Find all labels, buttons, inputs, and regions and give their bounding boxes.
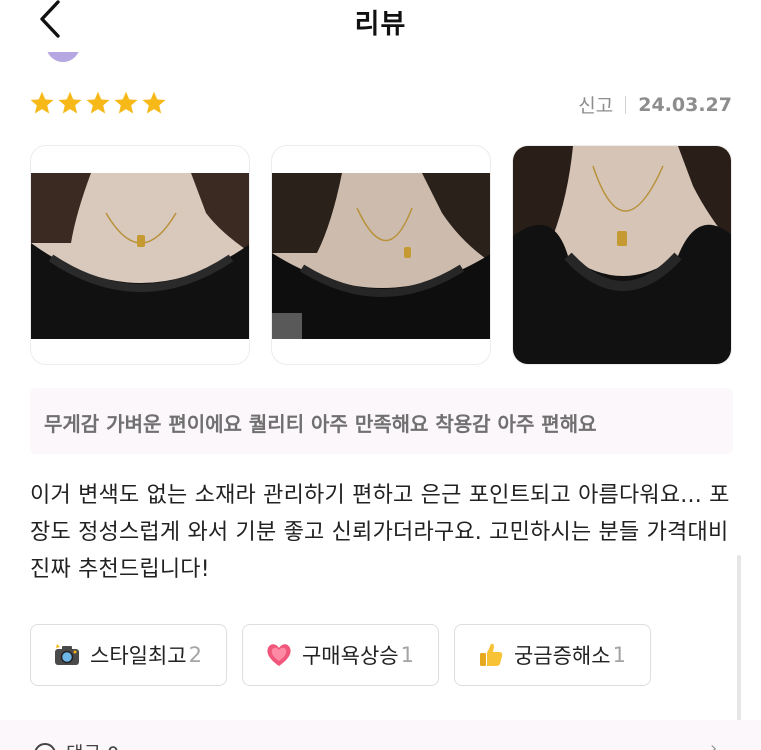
reaction-desire-button[interactable]: 구매욕상승 1: [241, 624, 439, 686]
reaction-style-button[interactable]: 스타일최고 2: [30, 624, 227, 686]
camera-icon: [55, 644, 79, 665]
star-rating: [29, 90, 167, 116]
keyword-summary: 무게감 가벼운 편이에요 퀄리티 아주 만족해요 착용감 아주 편해요: [30, 388, 733, 454]
review-photo[interactable]: [271, 145, 491, 365]
review-meta: 신고 24.03.27: [578, 91, 732, 118]
thumbs-up-icon: [479, 643, 503, 666]
photo-image: [31, 173, 249, 339]
heart-icon: [267, 644, 291, 666]
top-bar: 리뷰: [0, 0, 761, 40]
reaction-count: 2: [188, 643, 202, 667]
review-photo[interactable]: [30, 145, 250, 365]
review-body: 이거 변색도 없는 소재라 관리하기 편하고 은근 포인트되고 아름다워요...…: [30, 483, 730, 582]
review-photos: [30, 145, 732, 365]
report-link[interactable]: 신고: [578, 91, 613, 118]
divider: [625, 95, 627, 114]
page-title: 리뷰: [354, 9, 407, 40]
avatar: [46, 52, 80, 64]
photo-image: [513, 146, 731, 364]
keyword-text: 무게감 가벼운 편이에요 퀄리티 아주 만족해요 착용감 아주 편해요: [44, 412, 597, 436]
review-photo[interactable]: [512, 145, 732, 365]
reaction-label: 스타일최고: [90, 644, 187, 668]
star-icon: [58, 91, 82, 114]
chevron-right-icon: ›: [710, 738, 718, 750]
comment-icon: [34, 743, 56, 750]
reaction-count: 1: [612, 643, 626, 667]
reaction-curiosity-button[interactable]: 궁금증해소 1: [453, 624, 651, 686]
photo-image: [272, 173, 490, 339]
comment-count-label: 댓글 0: [66, 739, 119, 750]
reaction-label: 구매욕상승: [301, 644, 399, 668]
star-icon: [86, 91, 110, 114]
comment-bar[interactable]: 댓글 0 ›: [0, 720, 761, 750]
star-icon: [142, 91, 166, 114]
star-icon: [30, 91, 54, 114]
star-icon: [114, 91, 138, 114]
review-date: 24.03.27: [638, 93, 732, 116]
reaction-buttons: 스타일최고 2 구매욕상승 1 궁금증해소 1: [30, 624, 651, 686]
reaction-label: 궁금증해소: [513, 644, 611, 668]
reaction-count: 1: [400, 643, 414, 667]
